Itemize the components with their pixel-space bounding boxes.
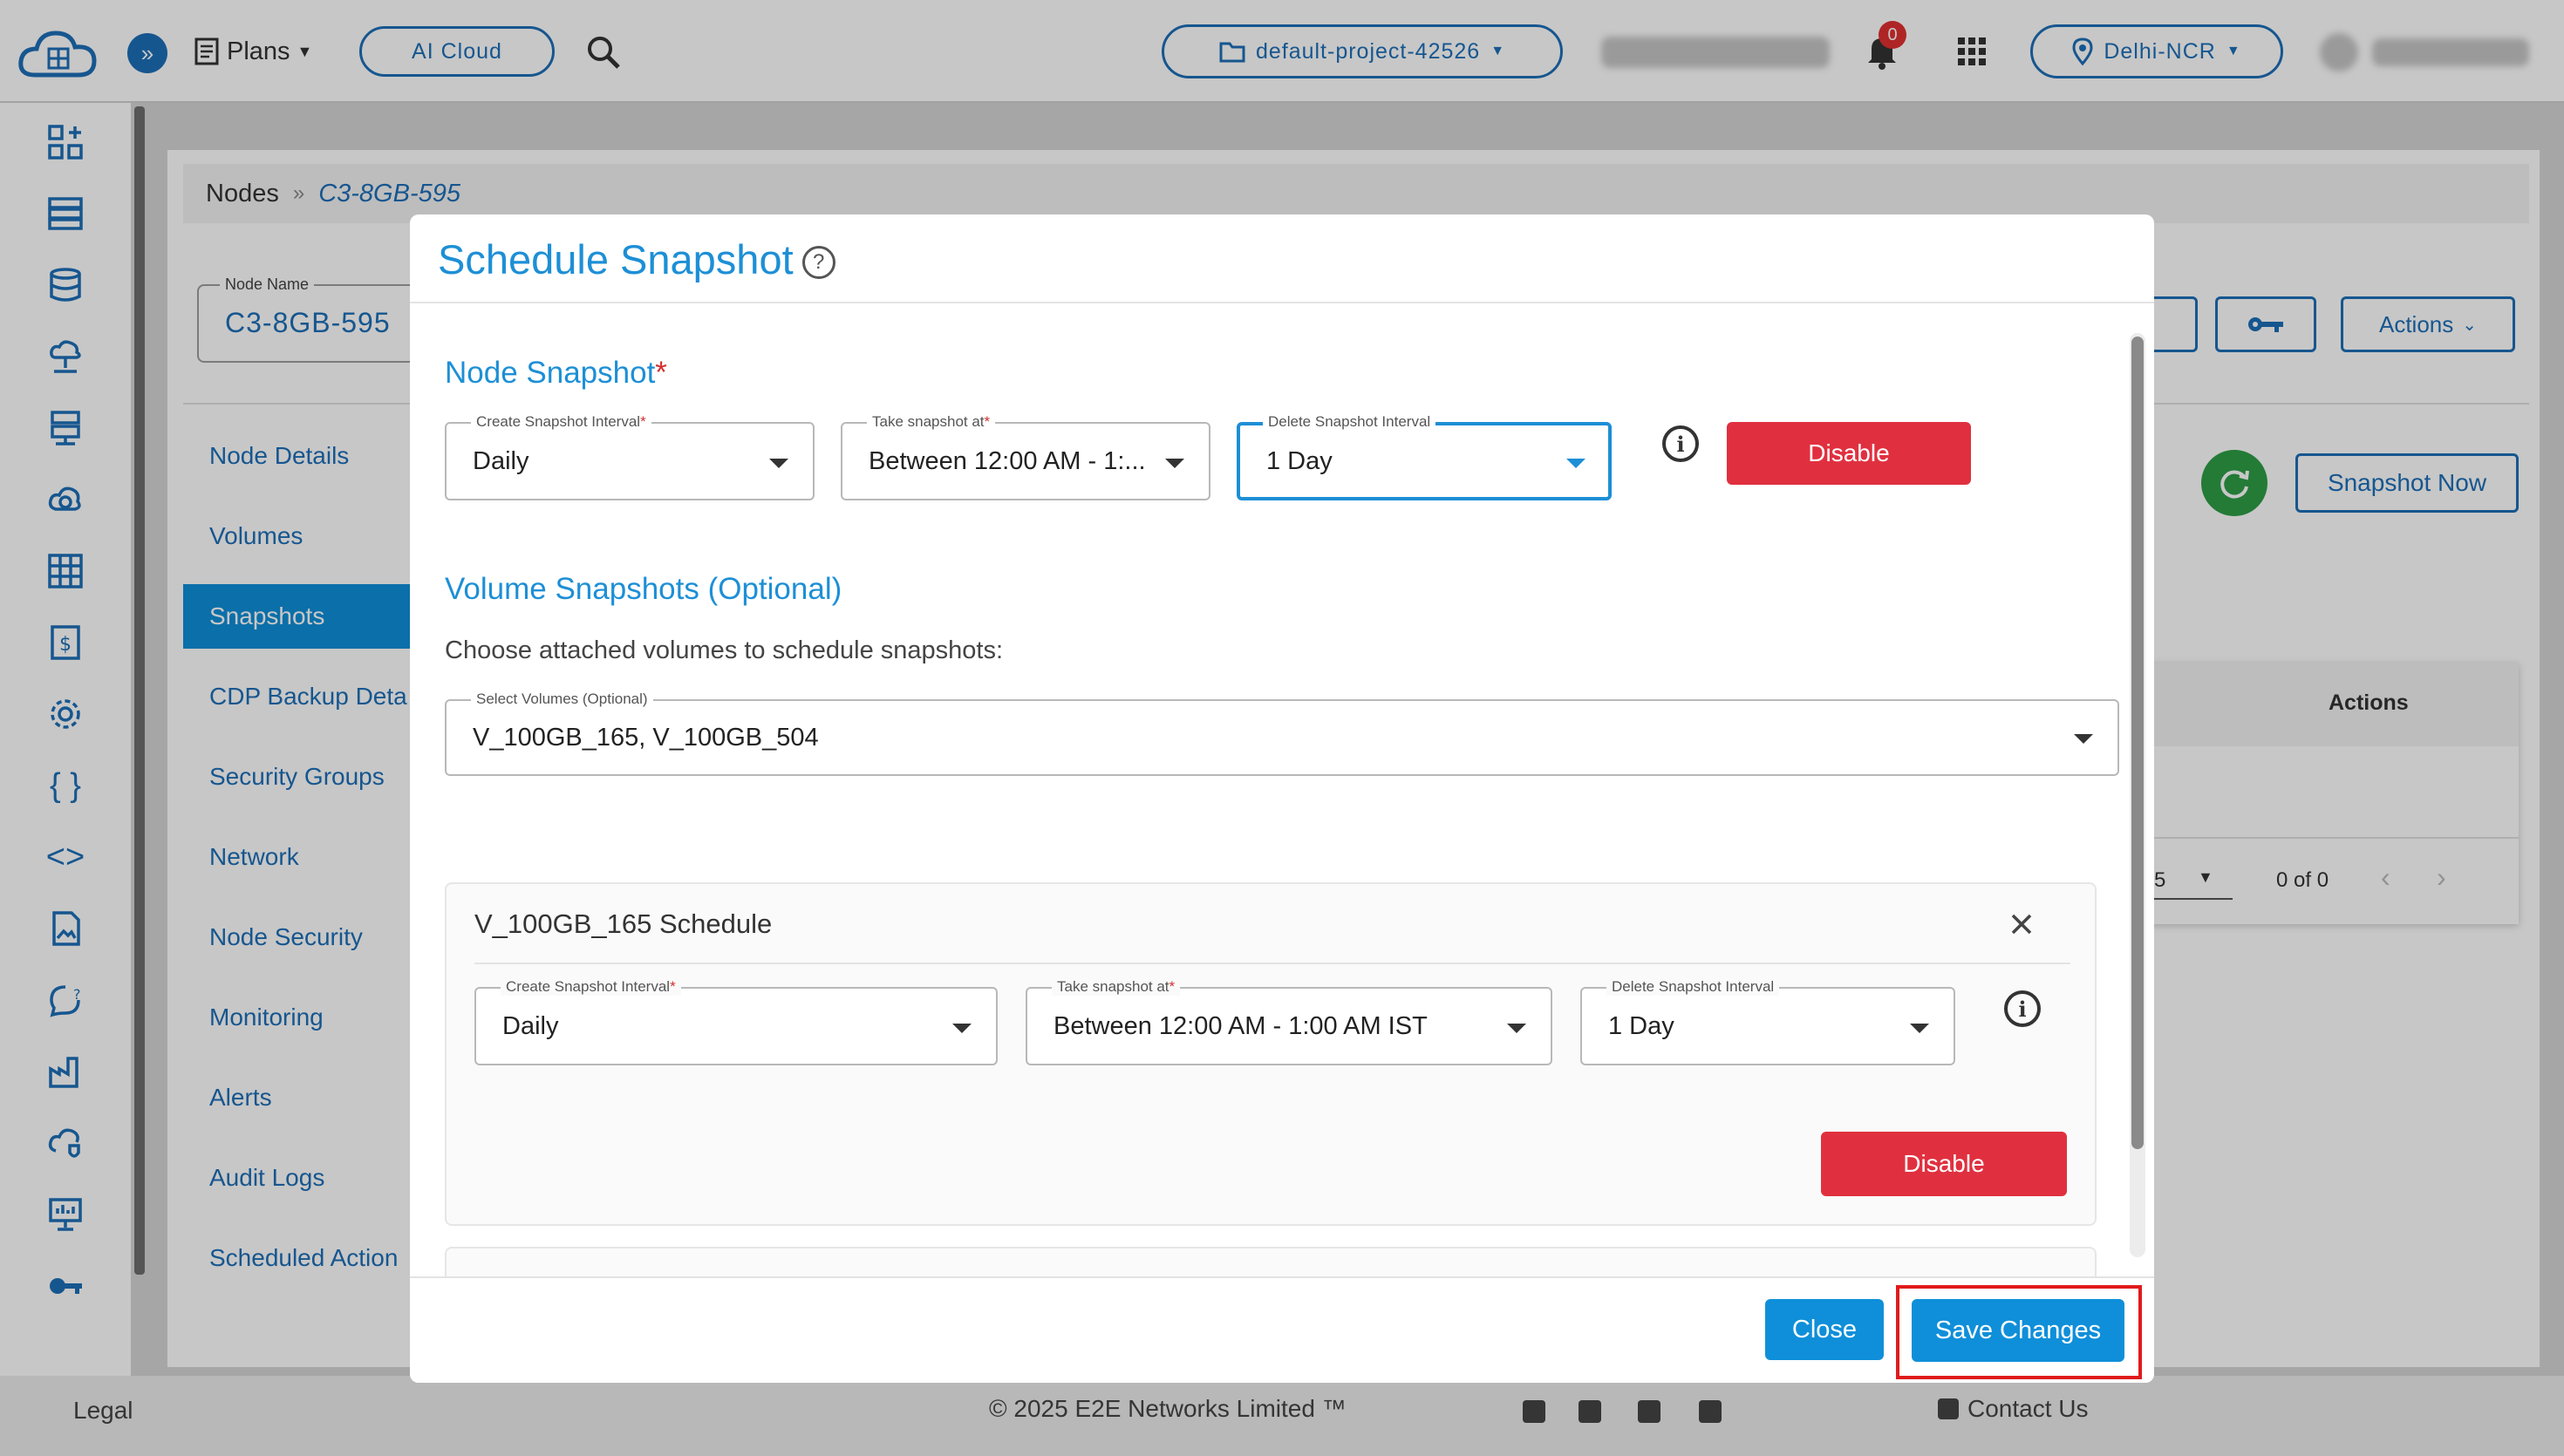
volume-instruction-text: Choose attached volumes to schedule snap… <box>445 636 1004 664</box>
card-divider <box>474 963 2070 964</box>
volume-take-at-value: Between 12:00 AM - 1:00 AM IST <box>1054 1011 1428 1040</box>
modal-title: Schedule Snapshot <box>438 236 794 282</box>
select-volumes-value: V_100GB_165, V_100GB_504 <box>473 723 819 752</box>
close-icon[interactable] <box>2006 908 2037 940</box>
node-disable-button[interactable]: Disable <box>1727 422 1971 485</box>
volume-delete-interval-value: 1 Day <box>1608 1011 1674 1040</box>
info-icon[interactable]: i <box>2004 990 2041 1027</box>
caret-down-icon <box>1165 459 1184 468</box>
info-icon[interactable]: i <box>1662 425 1699 462</box>
node-create-interval-select[interactable]: Create Snapshot Interval* Daily <box>445 413 815 500</box>
volume-delete-interval-select[interactable]: Delete Snapshot Interval 1 Day <box>1580 978 1955 1065</box>
volume-schedule-title: V_100GB_165 Schedule <box>474 908 773 939</box>
schedule-snapshot-modal: Schedule Snapshot ? Node Snapshot* Creat… <box>410 214 2154 1383</box>
caret-down-icon <box>1566 459 1585 468</box>
volume-schedule-card: V_100GB_165 Schedule Create Snapshot Int… <box>445 882 2097 1226</box>
volume-snapshots-title: Volume Snapshots (Optional) <box>445 572 842 606</box>
node-snapshot-title-text: Node Snapshot <box>445 356 656 390</box>
help-icon[interactable]: ? <box>801 245 835 279</box>
header-divider <box>410 302 2154 303</box>
node-take-at-value: Between 12:00 AM - 1:... <box>869 446 1146 475</box>
volume-disable-button[interactable]: Disable <box>1821 1132 2067 1196</box>
select-volumes-field[interactable]: Select Volumes (Optional) V_100GB_165, V… <box>445 691 2119 776</box>
caret-down-icon <box>1910 1024 1929 1033</box>
node-create-interval-value: Daily <box>473 446 529 475</box>
volume-create-interval-select[interactable]: Create Snapshot Interval* Daily <box>474 978 998 1065</box>
close-button[interactable]: Close <box>1765 1299 1884 1360</box>
caret-down-icon <box>769 459 788 468</box>
caret-down-icon <box>2074 734 2093 744</box>
volume-take-snapshot-at-select[interactable]: Take snapshot at* Between 12:00 AM - 1:0… <box>1026 978 1552 1065</box>
node-delete-interval-value: 1 Day <box>1266 446 1333 475</box>
caret-down-icon <box>1507 1024 1526 1033</box>
node-delete-interval-select[interactable]: Delete Snapshot Interval 1 Day <box>1237 413 1612 500</box>
node-take-snapshot-at-select[interactable]: Take snapshot at* Between 12:00 AM - 1:.… <box>841 413 1210 500</box>
modal-footer: Close Save Changes <box>410 1276 2154 1383</box>
required-mark: * <box>655 356 667 390</box>
save-changes-button[interactable]: Save Changes <box>1912 1299 2124 1362</box>
volume-create-interval-value: Daily <box>502 1011 559 1040</box>
node-snapshot-title: Node Snapshot* <box>445 356 667 391</box>
caret-down-icon <box>952 1024 972 1033</box>
modal-scrollbar-thumb[interactable] <box>2131 337 2144 1149</box>
